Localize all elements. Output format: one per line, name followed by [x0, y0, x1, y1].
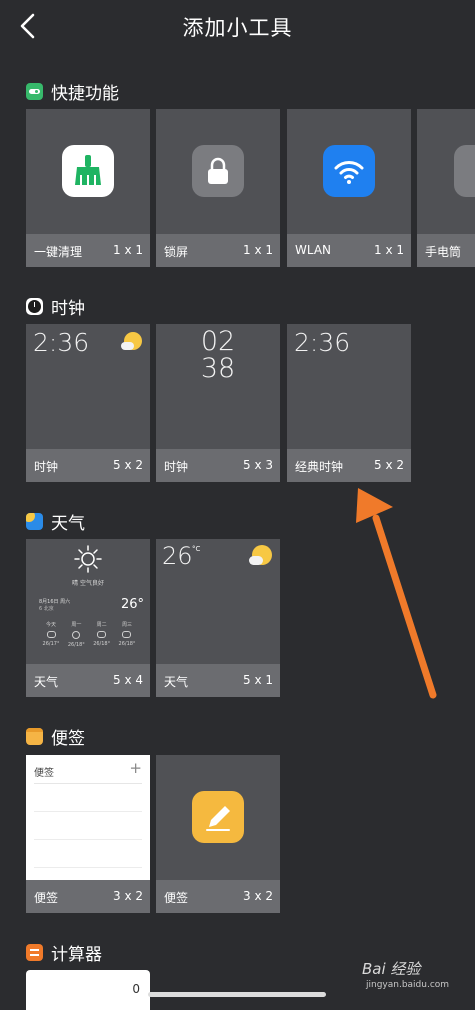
annotation-arrow: [356, 488, 437, 699]
watermark-url: jingyan.baidu.com: [366, 980, 450, 990]
watermark-logo: Bai 经验: [362, 960, 421, 978]
home-indicator[interactable]: [148, 992, 326, 997]
